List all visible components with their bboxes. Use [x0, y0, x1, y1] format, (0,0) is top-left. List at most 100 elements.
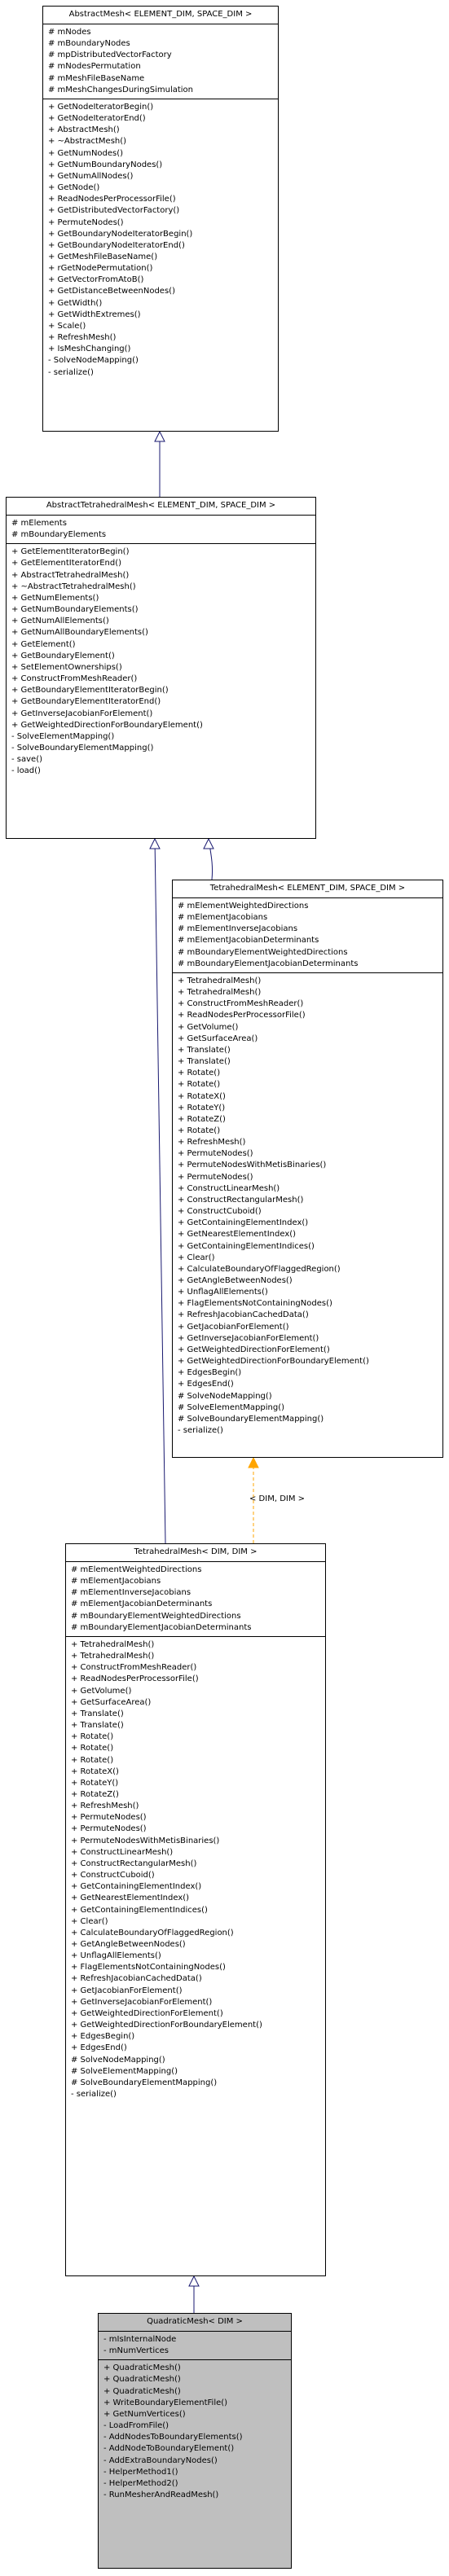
method-item[interactable]: + QuadraticMesh(): [103, 2363, 291, 2374]
attribute-item[interactable]: # mMeshChangesDuringSimulation: [48, 85, 278, 96]
method-item[interactable]: + PermuteNodesWithMetisBinaries(): [178, 1160, 442, 1171]
attribute-item[interactable]: # mElementJacobianDeterminants: [71, 1599, 325, 1610]
method-item[interactable]: + Rotate(): [71, 1731, 325, 1743]
method-item[interactable]: - AddExtraBoundaryNodes(): [103, 2455, 291, 2467]
method-item[interactable]: + RotateZ(): [178, 1114, 442, 1126]
method-item[interactable]: + ReadNodesPerProcessorFile(): [178, 1010, 442, 1021]
method-item[interactable]: - SolveElementMapping(): [11, 731, 315, 743]
method-item[interactable]: + PermuteNodesWithMetisBinaries(): [71, 1836, 325, 1847]
method-item[interactable]: + Translate(): [71, 1709, 325, 1720]
method-item[interactable]: + ReadNodesPerProcessorFile(): [71, 1674, 325, 1685]
attribute-item[interactable]: - mNumVertices: [103, 2346, 291, 2357]
method-item[interactable]: + ConstructFromMeshReader(): [71, 1662, 325, 1674]
method-item[interactable]: + GetInverseJacobianForElement(): [11, 709, 315, 720]
method-item[interactable]: + GetNumElements(): [11, 593, 315, 604]
method-item[interactable]: - HelperMethod2(): [103, 2478, 291, 2490]
method-item[interactable]: + ConstructLinearMesh(): [71, 1847, 325, 1858]
method-item[interactable]: + GetVolume(): [178, 1022, 442, 1033]
method-item[interactable]: + GetNumAllNodes(): [48, 171, 278, 182]
method-item[interactable]: # SolveElementMapping(): [178, 1402, 442, 1414]
method-item[interactable]: + ConstructRectangularMesh(): [178, 1195, 442, 1206]
method-item[interactable]: + GetAngleBetweenNodes(): [178, 1275, 442, 1287]
method-item[interactable]: - serialize(): [71, 2089, 325, 2100]
method-item[interactable]: - RunMesherAndReadMesh(): [103, 2490, 291, 2501]
method-item[interactable]: + QuadraticMesh(): [103, 2374, 291, 2385]
method-item[interactable]: + PermuteNodes(): [71, 1812, 325, 1823]
method-item[interactable]: + ConstructCuboid(): [71, 1870, 325, 1881]
method-item[interactable]: + TetrahedralMesh(): [71, 1651, 325, 1662]
method-item[interactable]: + RotateX(): [178, 1091, 442, 1103]
method-item[interactable]: + FlagElementsNotContainingNodes(): [178, 1298, 442, 1310]
method-item[interactable]: - LoadFromFile(): [103, 2420, 291, 2432]
method-item[interactable]: + GetInverseJacobianForElement(): [178, 1333, 442, 1345]
method-item[interactable]: + GetBoundaryNodeIteratorEnd(): [48, 240, 278, 252]
method-item[interactable]: + Clear(): [178, 1253, 442, 1264]
method-item[interactable]: - AddNodesToBoundaryElements(): [103, 2432, 291, 2443]
method-item[interactable]: # SolveNodeMapping(): [178, 1391, 442, 1402]
method-item[interactable]: + Translate(): [178, 1056, 442, 1068]
method-item[interactable]: + GetContainingElementIndex(): [71, 1881, 325, 1893]
method-item[interactable]: + GetBoundaryElement(): [11, 651, 315, 662]
method-item[interactable]: # SolveNodeMapping(): [71, 2055, 325, 2066]
method-item[interactable]: + GetSurfaceArea(): [178, 1033, 442, 1045]
method-item[interactable]: + ~AbstractTetrahedralMesh(): [11, 581, 315, 593]
method-item[interactable]: + RotateZ(): [71, 1789, 325, 1801]
attribute-item[interactable]: # mElementJacobians: [178, 912, 442, 924]
method-item[interactable]: + RotateY(): [71, 1778, 325, 1789]
method-item[interactable]: + ~AbstractMesh(): [48, 136, 278, 147]
method-item[interactable]: + GetNumNodes(): [48, 148, 278, 160]
method-item[interactable]: + Clear(): [71, 1916, 325, 1928]
method-item[interactable]: + GetDistributedVectorFactory(): [48, 205, 278, 217]
method-item[interactable]: + AbstractMesh(): [48, 125, 278, 136]
method-item[interactable]: + GetAngleBetweenNodes(): [71, 1939, 325, 1951]
attribute-item[interactable]: # mElementWeightedDirections: [71, 1564, 325, 1576]
method-item[interactable]: + Scale(): [48, 321, 278, 332]
method-item[interactable]: + GetNode(): [48, 182, 278, 194]
method-item[interactable]: + GetNearestElementIndex(): [178, 1229, 442, 1240]
method-item[interactable]: + Translate(): [178, 1045, 442, 1056]
method-item[interactable]: + GetNodeIteratorEnd(): [48, 113, 278, 125]
method-item[interactable]: + GetWeightedDirectionForBoundaryElement…: [71, 2020, 325, 2031]
method-item[interactable]: + rGetNodePermutation(): [48, 263, 278, 274]
method-item[interactable]: + ConstructCuboid(): [178, 1206, 442, 1218]
method-item[interactable]: + TetrahedralMesh(): [71, 1639, 325, 1651]
method-item[interactable]: + GetNumVertices(): [103, 2409, 291, 2420]
attribute-item[interactable]: # mBoundaryElementWeightedDirections: [71, 1611, 325, 1622]
method-item[interactable]: + ConstructLinearMesh(): [178, 1183, 442, 1195]
method-item[interactable]: + GetContainingElementIndices(): [71, 1905, 325, 1916]
class-abstract-tetrahedral-mesh[interactable]: AbstractTetrahedralMesh< ELEMENT_DIM, SP…: [6, 497, 316, 839]
method-item[interactable]: + GetNumAllElements(): [11, 616, 315, 627]
attribute-item[interactable]: # mBoundaryNodes: [48, 38, 278, 50]
method-item[interactable]: + QuadraticMesh(): [103, 2386, 291, 2398]
method-item[interactable]: - serialize(): [48, 367, 278, 379]
method-item[interactable]: + WriteBoundaryElementFile(): [103, 2398, 291, 2409]
method-item[interactable]: + EdgesEnd(): [71, 2043, 325, 2054]
method-item[interactable]: + GetBoundaryElementIteratorBegin(): [11, 685, 315, 696]
method-item[interactable]: + ConstructFromMeshReader(): [178, 998, 442, 1010]
method-item[interactable]: + GetContainingElementIndex(): [178, 1218, 442, 1229]
method-item[interactable]: # SolveElementMapping(): [71, 2066, 325, 2078]
method-item[interactable]: + TetrahedralMesh(): [178, 976, 442, 987]
method-item[interactable]: + ReadNodesPerProcessorFile(): [48, 194, 278, 205]
method-item[interactable]: + GetJacobianForElement(): [71, 1986, 325, 1997]
method-item[interactable]: - SolveNodeMapping(): [48, 355, 278, 366]
method-item[interactable]: - load(): [11, 766, 315, 777]
method-item[interactable]: + GetVectorFromAtoB(): [48, 274, 278, 286]
method-item[interactable]: + GetContainingElementIndices(): [178, 1241, 442, 1253]
method-item[interactable]: + GetNumBoundaryElements(): [11, 604, 315, 616]
method-item[interactable]: + RotateY(): [178, 1103, 442, 1114]
method-item[interactable]: + GetBoundaryElementIteratorEnd(): [11, 696, 315, 708]
method-item[interactable]: + GetDistanceBetweenNodes(): [48, 286, 278, 297]
method-item[interactable]: + SetElementOwnerships(): [11, 662, 315, 674]
method-item[interactable]: + GetNumAllBoundaryElements(): [11, 627, 315, 639]
class-tetrahedral-mesh-template[interactable]: TetrahedralMesh< ELEMENT_DIM, SPACE_DIM …: [172, 880, 443, 1458]
method-item[interactable]: + PermuteNodes(): [178, 1148, 442, 1160]
method-item[interactable]: + GetWeightedDirectionForElement(): [178, 1345, 442, 1356]
method-item[interactable]: + GetElement(): [11, 639, 315, 651]
attribute-item[interactable]: # mMeshFileBaseName: [48, 73, 278, 85]
attribute-item[interactable]: # mpDistributedVectorFactory: [48, 50, 278, 61]
method-item[interactable]: + ConstructRectangularMesh(): [71, 1858, 325, 1870]
method-item[interactable]: + GetWeightedDirectionForBoundaryElement…: [11, 720, 315, 731]
method-item[interactable]: + GetElementIteratorBegin(): [11, 546, 315, 558]
method-item[interactable]: + CalculateBoundaryOfFlaggedRegion(): [178, 1264, 442, 1275]
